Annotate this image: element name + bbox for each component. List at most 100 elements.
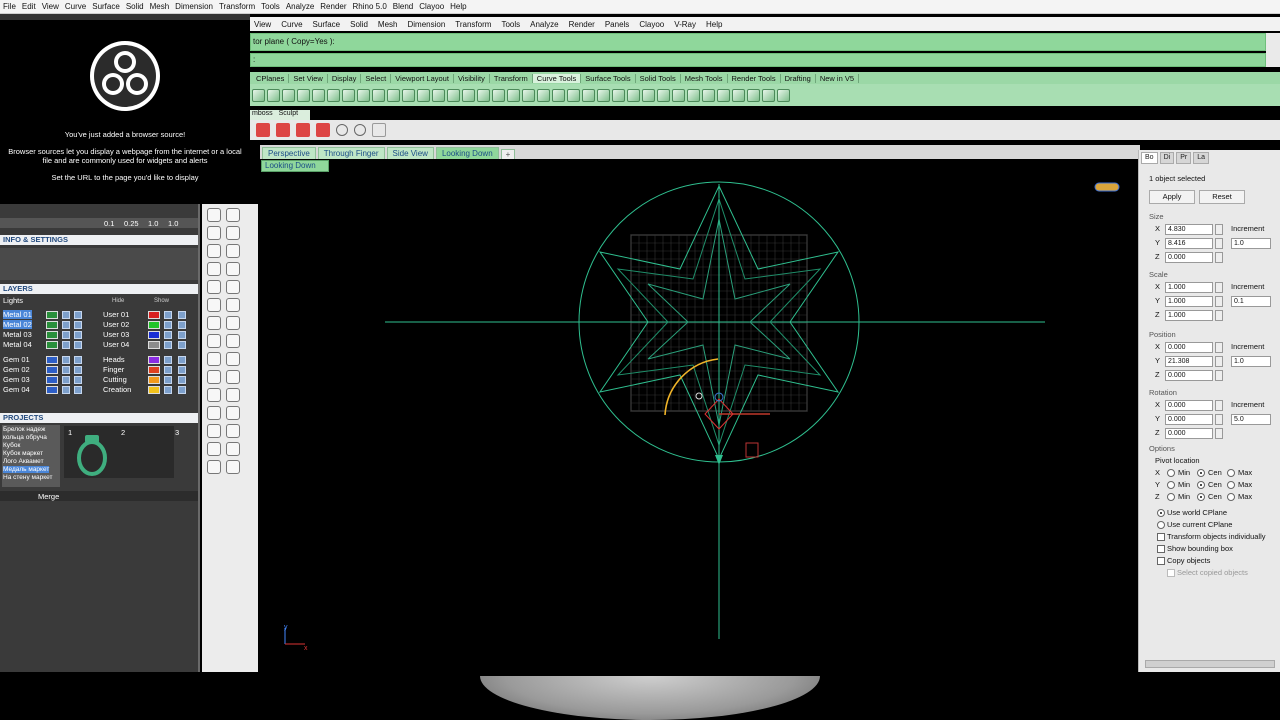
- layer-visible-icon[interactable]: [178, 341, 186, 349]
- curve-tool-icon[interactable]: [357, 88, 370, 102]
- curve-tool-icon[interactable]: [447, 88, 460, 102]
- layer-name[interactable]: Gem 02: [3, 365, 30, 374]
- layer-visible-icon[interactable]: [178, 311, 186, 319]
- layer-name[interactable]: User 03: [103, 330, 129, 339]
- rhino-menu-item[interactable]: Dimension: [407, 20, 445, 29]
- pivot-cen-radio[interactable]: [1197, 493, 1205, 501]
- drawing-tool-icon[interactable]: [226, 352, 240, 366]
- drawing-tool-icon[interactable]: [226, 460, 240, 474]
- curve-tool-icon[interactable]: [462, 88, 475, 102]
- pivot-min-radio[interactable]: [1167, 481, 1175, 489]
- top-menu-item[interactable]: Dimension: [175, 2, 213, 11]
- layer-color-swatch[interactable]: [148, 356, 160, 364]
- top-menu-item[interactable]: Rhino 5.0: [353, 2, 387, 11]
- drawing-tool-icon[interactable]: [226, 244, 240, 258]
- rhino-menu-item[interactable]: Transform: [455, 20, 491, 29]
- layer-lock-icon[interactable]: [62, 321, 70, 329]
- layer-visible-icon[interactable]: [178, 356, 186, 364]
- drawing-tool-icon[interactable]: [207, 460, 221, 474]
- slot-2[interactable]: 2: [121, 428, 125, 437]
- layer-visible-icon[interactable]: [74, 341, 82, 349]
- pivot-max-radio[interactable]: [1227, 493, 1235, 501]
- curve-tool-icon[interactable]: [492, 88, 505, 102]
- curve-tool-icon[interactable]: [702, 88, 715, 102]
- curve-tool-icon[interactable]: [717, 88, 730, 102]
- dots-icon[interactable]: [372, 123, 386, 137]
- curve-tool-icon[interactable]: [627, 88, 640, 102]
- curve-tool-icon[interactable]: [312, 88, 325, 102]
- transform-value-field[interactable]: 1.000: [1165, 310, 1213, 321]
- top-menu-item[interactable]: View: [42, 2, 59, 11]
- layer-visible-icon[interactable]: [74, 356, 82, 364]
- drawing-tool-icon[interactable]: [207, 406, 221, 420]
- curve-tool-icon[interactable]: [552, 88, 565, 102]
- curve-tool-icon[interactable]: [327, 88, 340, 102]
- layer-name[interactable]: Gem 03: [3, 375, 30, 384]
- curve-tool-icon[interactable]: [267, 88, 280, 102]
- drawing-tool-icon[interactable]: [207, 244, 221, 258]
- command-prompt[interactable]: tor plane ( Copy=Yes ):: [250, 33, 1266, 51]
- toolbar-tab[interactable]: Viewport Layout: [391, 73, 454, 83]
- layer-visible-icon[interactable]: [74, 311, 82, 319]
- rhino-menu-item[interactable]: Panels: [605, 20, 629, 29]
- view-gizmo-icon[interactable]: [1094, 182, 1120, 192]
- layer-color-swatch[interactable]: [46, 331, 58, 339]
- command-scrollbar[interactable]: [1266, 33, 1280, 67]
- rhino-menu-item[interactable]: Solid: [350, 20, 368, 29]
- curve-tool-icon[interactable]: [417, 88, 430, 102]
- help-icon[interactable]: [354, 124, 366, 136]
- layer-name[interactable]: User 02: [103, 320, 129, 329]
- viewport-tab[interactable]: Looking Down: [435, 147, 499, 159]
- top-menu-item[interactable]: Transform: [219, 2, 255, 11]
- top-menu-item[interactable]: File: [3, 2, 16, 11]
- rhino-menu-item[interactable]: Tools: [501, 20, 520, 29]
- layer-lock-icon[interactable]: [62, 311, 70, 319]
- viewport-tab[interactable]: Through Finger: [317, 147, 385, 159]
- curve-tool-icon[interactable]: [642, 88, 655, 102]
- curve-tool-icon[interactable]: [507, 88, 520, 102]
- curve-tool-icon[interactable]: [282, 88, 295, 102]
- merge-button[interactable]: Merge: [38, 492, 59, 501]
- layer-lock-icon[interactable]: [62, 331, 70, 339]
- layer-visible-icon[interactable]: [74, 366, 82, 374]
- tab-sculpt[interactable]: Sculpt: [279, 110, 298, 120]
- layer-lock-icon[interactable]: [62, 341, 70, 349]
- curve-tool-icon[interactable]: [732, 88, 745, 102]
- project-item[interactable]: Брелок надеж: [3, 426, 45, 433]
- curve-tool-icon[interactable]: [387, 88, 400, 102]
- curve-tool-icon[interactable]: [567, 88, 580, 102]
- spinner-button[interactable]: [1215, 252, 1223, 263]
- rhino-menu-item[interactable]: V-Ray: [674, 20, 696, 29]
- top-menu-item[interactable]: Solid: [126, 2, 144, 11]
- project-item[interactable]: На стену маркет: [3, 474, 53, 481]
- drawing-tool-icon[interactable]: [226, 298, 240, 312]
- pivot-min-radio[interactable]: [1167, 469, 1175, 477]
- layer-visible-icon[interactable]: [74, 331, 82, 339]
- top-menu-item[interactable]: Clayoo: [419, 2, 444, 11]
- drawing-tool-icon[interactable]: [207, 352, 221, 366]
- drawing-tool-icon[interactable]: [207, 370, 221, 384]
- layer-name[interactable]: Finger: [103, 365, 124, 374]
- pivot-min-radio[interactable]: [1167, 493, 1175, 501]
- rhino-menu-item[interactable]: Help: [706, 20, 722, 29]
- project-item[interactable]: Медаль маркет: [3, 466, 50, 473]
- top-menu-item[interactable]: Blend: [393, 2, 413, 11]
- sculpt-icon[interactable]: [276, 123, 290, 137]
- layer-name[interactable]: Heads: [103, 355, 125, 364]
- transform-value-field[interactable]: 0.000: [1165, 414, 1213, 425]
- drawing-tool-icon[interactable]: [207, 316, 221, 330]
- copy-objects-checkbox[interactable]: [1157, 557, 1165, 565]
- toolbar-tab[interactable]: Transform: [490, 73, 533, 83]
- drawing-tool-icon[interactable]: [226, 406, 240, 420]
- transform-individually-checkbox[interactable]: [1157, 533, 1165, 541]
- layer-color-swatch[interactable]: [148, 311, 160, 319]
- rhino-menu-item[interactable]: Analyze: [530, 20, 558, 29]
- spinner-button[interactable]: [1215, 296, 1223, 307]
- toolbar-tab[interactable]: Drafting: [781, 73, 816, 83]
- drawing-tool-icon[interactable]: [207, 424, 221, 438]
- curve-tool-icon[interactable]: [537, 88, 550, 102]
- top-menu-item[interactable]: Edit: [22, 2, 36, 11]
- rhino-menu-item[interactable]: Surface: [313, 20, 341, 29]
- toolbar-tab[interactable]: Render Tools: [728, 73, 781, 83]
- layers-header[interactable]: LAYERS: [0, 284, 198, 294]
